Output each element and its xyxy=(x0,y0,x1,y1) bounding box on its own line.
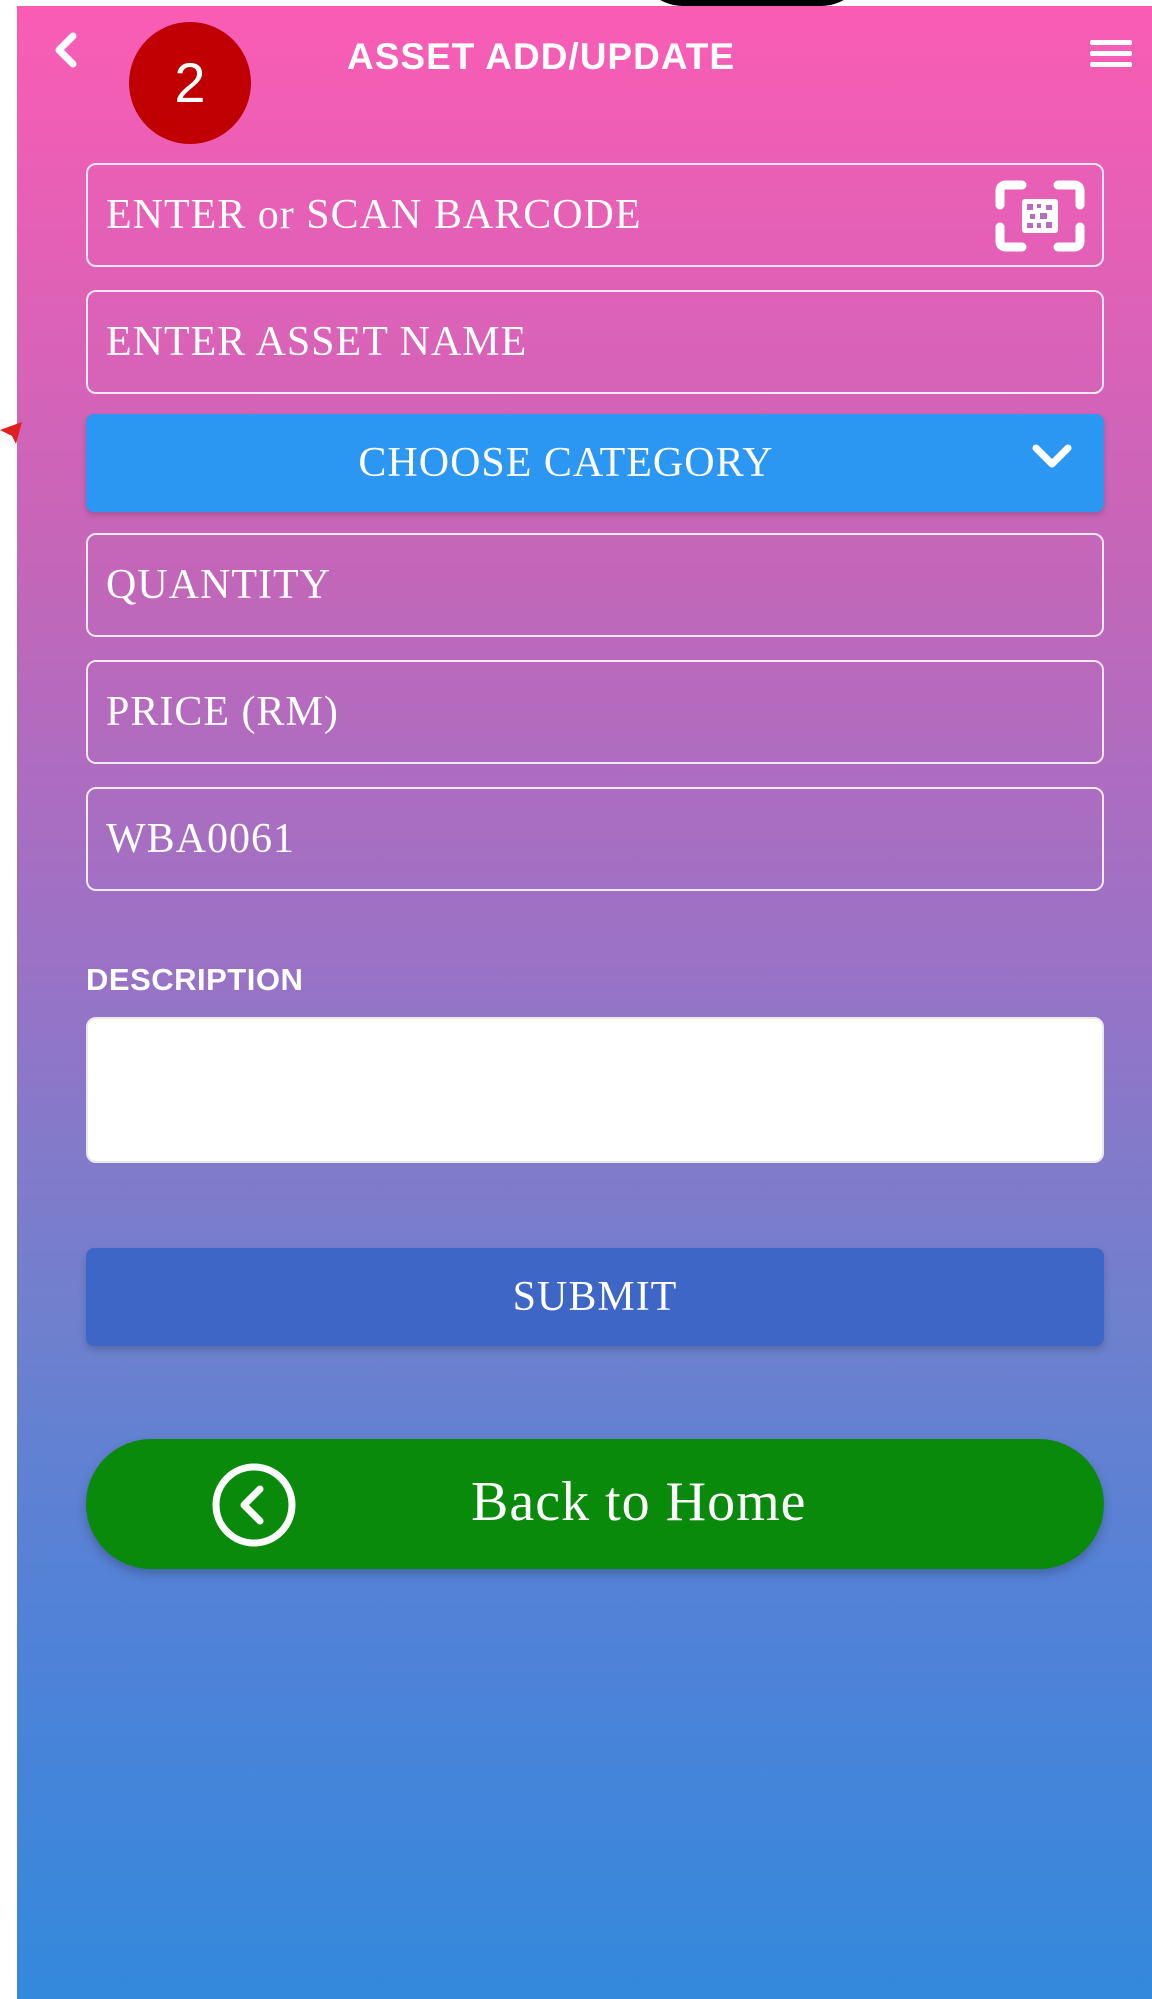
app-screen: 2 ASSET ADD/UPDATE ENTER or SCAN BARCODE… xyxy=(17,0,1152,1999)
asset-code-field[interactable]: WBA0061 xyxy=(86,787,1104,891)
menu-line xyxy=(1090,62,1132,67)
hamburger-menu-icon[interactable] xyxy=(1090,40,1132,70)
price-field[interactable]: PRICE (RM) xyxy=(86,660,1104,764)
barcode-scan-icon[interactable] xyxy=(994,179,1086,253)
red-arrow-icon xyxy=(0,422,22,444)
status-bar xyxy=(17,0,1152,6)
submit-label: SUBMIT xyxy=(512,1274,678,1320)
page-title: ASSET ADD/UPDATE xyxy=(347,36,736,77)
notch xyxy=(637,0,867,6)
price-placeholder: PRICE (RM) xyxy=(106,689,339,735)
description-label: DESCRIPTION xyxy=(86,962,304,997)
choose-category-dropdown[interactable]: CHOOSE CATEGORY xyxy=(86,414,1104,512)
asset-name-field[interactable]: ENTER ASSET NAME xyxy=(86,290,1104,394)
back-to-home-label: Back to Home xyxy=(471,1471,807,1533)
circle-chevron-left-icon xyxy=(212,1463,296,1547)
chevron-down-icon xyxy=(1032,444,1072,468)
menu-line xyxy=(1090,51,1132,56)
category-label: CHOOSE CATEGORY xyxy=(358,440,774,486)
description-textarea[interactable] xyxy=(86,1017,1104,1163)
chevron-left-icon[interactable] xyxy=(47,30,87,70)
quantity-field[interactable]: QUANTITY xyxy=(86,533,1104,637)
barcode-field[interactable]: ENTER or SCAN BARCODE xyxy=(86,163,1104,267)
submit-button[interactable]: SUBMIT xyxy=(86,1248,1104,1346)
menu-line xyxy=(1090,40,1132,45)
asset-name-placeholder: ENTER ASSET NAME xyxy=(106,319,528,365)
back-to-home-button[interactable]: Back to Home xyxy=(86,1439,1104,1569)
barcode-placeholder: ENTER or SCAN BARCODE xyxy=(106,192,642,238)
quantity-placeholder: QUANTITY xyxy=(106,562,331,608)
step-badge: 2 xyxy=(129,22,251,144)
asset-code-value: WBA0061 xyxy=(106,816,295,862)
